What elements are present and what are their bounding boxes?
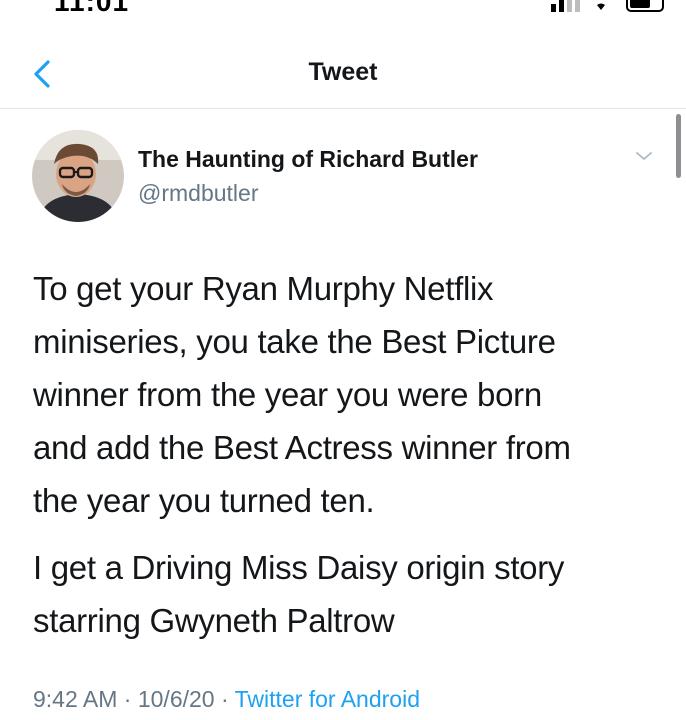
tweet-meta: 9:42 AM · 10/6/20 · Twitter for Android bbox=[33, 686, 420, 713]
tweet-time: 9:42 AM bbox=[33, 686, 118, 712]
author-display-name[interactable]: The Haunting of Richard Butler bbox=[138, 146, 478, 173]
avatar[interactable] bbox=[32, 130, 124, 222]
cellular-signal-icon bbox=[551, 0, 580, 12]
chevron-down-icon bbox=[636, 152, 652, 160]
tweet-paragraph: To get your Ryan Murphy Netflix miniseri… bbox=[33, 270, 571, 519]
status-icons bbox=[551, 0, 664, 12]
status-bar: 11:01 bbox=[0, 0, 686, 18]
status-time: 11:01 bbox=[54, 0, 130, 17]
tweet-menu-button[interactable] bbox=[632, 144, 656, 168]
author-handle[interactable]: @rmdbutler bbox=[138, 180, 259, 207]
tweet-author: The Haunting of Richard Butler @rmdbutle… bbox=[32, 130, 652, 222]
nav-bar: Tweet bbox=[0, 40, 686, 109]
tweet-source-link[interactable]: Twitter for Android bbox=[235, 686, 420, 712]
meta-separator: · bbox=[214, 686, 235, 712]
tweet-paragraph: I get a Driving Miss Daisy origin story … bbox=[33, 549, 565, 639]
tweet-date: 10/6/20 bbox=[137, 686, 215, 712]
page-title: Tweet bbox=[308, 58, 378, 86]
scrollbar[interactable] bbox=[676, 114, 681, 178]
avatar-image bbox=[32, 130, 124, 222]
battery-icon bbox=[626, 0, 664, 12]
tweet-text: To get your Ryan Murphy Netflix miniseri… bbox=[33, 262, 663, 647]
wifi-icon bbox=[597, 3, 605, 10]
meta-separator: · bbox=[117, 686, 138, 712]
